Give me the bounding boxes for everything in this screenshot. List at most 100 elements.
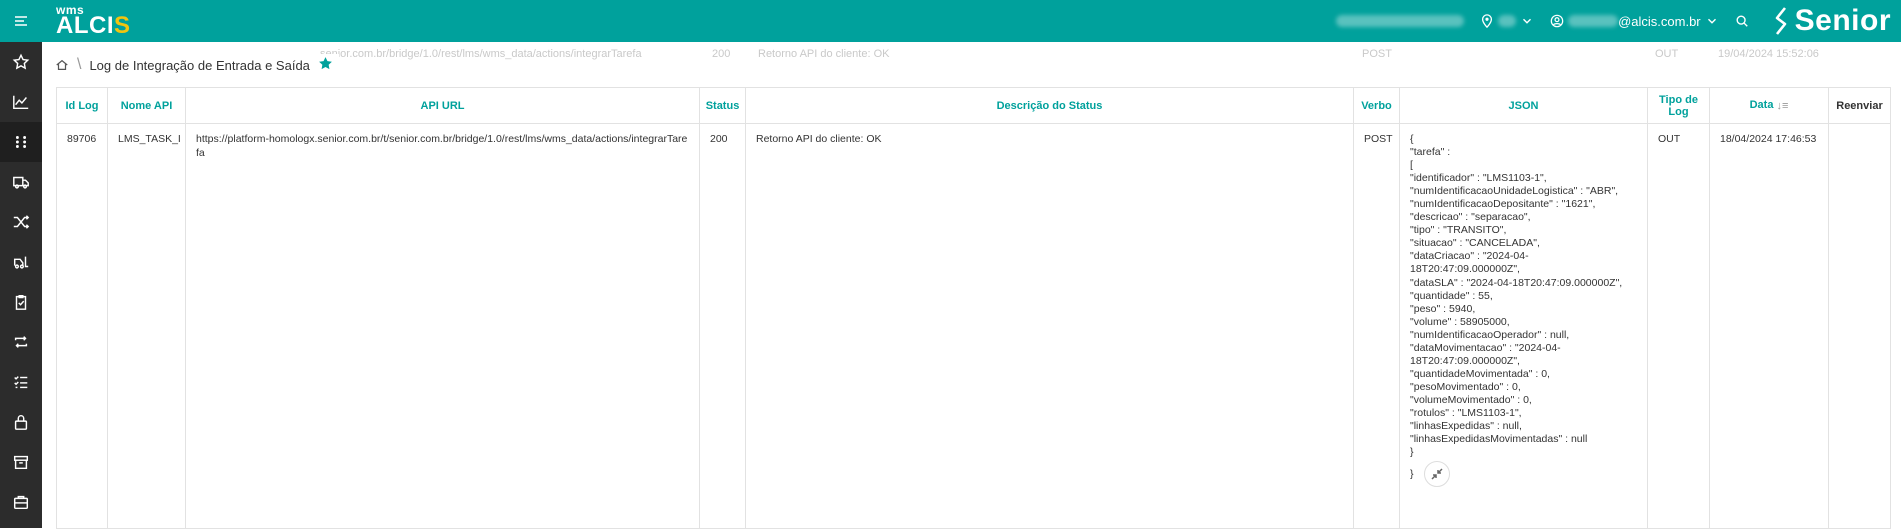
cell-reenviar — [1828, 123, 1891, 529]
cell-status: 200 — [699, 123, 746, 529]
favorite-star-icon[interactable] — [318, 56, 333, 74]
sort-desc-icon[interactable]: ↓≡ — [1776, 100, 1788, 112]
json-line: "quantidade" : 55, — [1410, 289, 1493, 302]
blurred-company-name — [1336, 15, 1465, 27]
cell-id-log: 89706 — [56, 123, 108, 529]
header-api-url[interactable]: API URL — [185, 87, 700, 124]
header-nome-api[interactable]: Nome API — [107, 87, 186, 124]
json-line: 18T20:47:09.000000Z", — [1410, 354, 1520, 367]
json-line: "volumeMovimentado" : 0, — [1410, 393, 1532, 406]
json-line: "peso" : 5940, — [1410, 302, 1476, 315]
json-line: "pesoMovimentado" : 0, — [1410, 380, 1521, 393]
sidebar-item-forklift[interactable] — [0, 242, 42, 282]
cell-data: 18/04/2024 17:46:53 — [1709, 123, 1829, 529]
ghost-description: Retorno API do cliente: OK — [758, 48, 890, 60]
breadcrumb-separator: \ — [77, 56, 82, 73]
sidebar-item-archive[interactable] — [0, 442, 42, 482]
json-line: "descricao" : "separacao", — [1410, 211, 1531, 224]
sidebar-item-tasks[interactable] — [0, 362, 42, 402]
json-content: {"tarefa" :["identificador" : "LMS1103-1… — [1410, 133, 1637, 459]
brand-text: Senior — [1794, 4, 1891, 37]
cell-tipo-log: OUT — [1647, 123, 1710, 529]
header-status[interactable]: Status — [699, 87, 746, 124]
cell-descricao: Retorno API do cliente: OK — [745, 123, 1354, 529]
page-title: Log de Integração de Entrada e Saída — [89, 57, 310, 73]
ghost-type: OUT — [1655, 48, 1679, 60]
forklift-icon — [13, 256, 29, 269]
header-data[interactable]: Data ↓≡ — [1709, 87, 1829, 124]
chart-line-icon — [13, 95, 29, 110]
header-data-label: Data — [1749, 99, 1774, 112]
sidebar-item-modules[interactable] — [0, 122, 42, 162]
sidebar-item-checklist[interactable] — [0, 282, 42, 322]
senior-s-icon — [1775, 7, 1786, 35]
hamburger-menu-icon[interactable] — [0, 0, 42, 42]
blurred-username — [1568, 15, 1619, 27]
star-icon — [12, 53, 30, 70]
sidebar-item-favorites[interactable] — [0, 42, 42, 82]
ghost-api-url: senior.com.br/bridge/1.0/rest/lms/wms_da… — [320, 48, 642, 60]
blurred-location — [1498, 15, 1517, 27]
json-line: "tarefa" : — [1410, 146, 1451, 159]
user-menu[interactable]: @alcis.com.br — [1550, 14, 1719, 29]
collapse-json-button[interactable] — [1424, 461, 1451, 488]
user-email: @alcis.com.br — [1618, 13, 1701, 29]
json-line: "tipo" : "TRANSITO", — [1410, 224, 1507, 237]
logo-accent-text: S — [114, 12, 131, 39]
top-bar: wms ALCIS @alcis.com.br Senior — [0, 0, 1901, 42]
sidebar-item-dashboard[interactable] — [0, 82, 42, 122]
cell-nome-api: LMS_TASK_I — [107, 123, 186, 529]
json-line: "dataSLA" : "2024-04-18T20:47:09.000000Z… — [1410, 276, 1623, 289]
lock-icon — [14, 415, 28, 430]
json-line: "dataCriacao" : "2024-04- — [1410, 250, 1529, 263]
cell-api-url: https://platform-homologx.senior.com.br/… — [185, 123, 700, 529]
ghost-verb: POST — [1362, 48, 1392, 60]
json-line: } — [1410, 446, 1414, 459]
sidebar-item-shipping[interactable] — [0, 162, 42, 202]
sidebar-item-tools[interactable] — [0, 482, 42, 522]
sidebar — [0, 42, 42, 528]
clipboard-check-icon — [15, 294, 27, 310]
json-line: "rotulos" : "LMS1103-1", — [1410, 406, 1522, 419]
search-button[interactable] — [1735, 14, 1749, 28]
json-line: "numIdentificacaoOperador" : null, — [1410, 328, 1570, 341]
json-line: "identificador" : "LMS1103-1", — [1410, 172, 1547, 185]
search-icon — [1736, 15, 1748, 27]
json-close-brace: } — [1410, 467, 1414, 480]
chevron-down-icon — [1523, 18, 1532, 24]
briefcase-icon — [13, 495, 29, 510]
checklist-icon — [14, 376, 28, 389]
user-circle-icon — [1550, 14, 1564, 28]
header-json[interactable]: JSON — [1399, 87, 1648, 124]
json-line: { — [1410, 133, 1414, 145]
json-line: "numIdentificacaoUnidadeLogistica" : "AB… — [1410, 185, 1619, 198]
sidebar-item-security[interactable] — [0, 402, 42, 442]
wms-alcis-logo[interactable]: wms ALCIS — [56, 4, 131, 38]
collapse-icon — [1431, 468, 1443, 480]
cell-verbo: POST — [1353, 123, 1400, 529]
header-tipo-log[interactable]: Tipo de Log — [1647, 87, 1710, 124]
table-header-row: Id Log Nome API API URL Status Descrição… — [56, 87, 1891, 124]
location-pin-icon — [1482, 14, 1493, 28]
json-line: "linhasExpedidasMovimentadas" : null — [1410, 433, 1588, 446]
header-descricao[interactable]: Descrição do Status — [745, 87, 1354, 124]
json-line: "dataMovimentacao" : "2024-04- — [1410, 341, 1561, 354]
header-id-log[interactable]: Id Log — [56, 87, 108, 124]
header-verbo[interactable]: Verbo — [1353, 87, 1400, 124]
sidebar-item-transfers[interactable] — [0, 202, 42, 242]
log-table: Id Log Nome API API URL Status Descrição… — [56, 87, 1891, 529]
sidebar-item-replenishment[interactable] — [0, 322, 42, 362]
ghost-status: 200 — [712, 48, 731, 60]
archive-icon — [13, 455, 29, 470]
table-row[interactable]: 89706 LMS_TASK_I https://platform-homolo… — [56, 123, 1891, 529]
json-line: [ — [1410, 159, 1413, 172]
repeat-icon — [14, 336, 28, 348]
json-line: 18T20:47:09.000000Z", — [1410, 263, 1520, 276]
json-line: "quantidadeMovimentada" : 0, — [1410, 367, 1550, 380]
senior-brand-logo: Senior — [1771, 4, 1891, 38]
home-icon[interactable] — [55, 58, 69, 72]
location-selector[interactable] — [1480, 14, 1534, 28]
chevron-down-icon — [1707, 18, 1716, 24]
truck-icon — [13, 176, 29, 189]
shuffle-icon — [13, 215, 30, 229]
